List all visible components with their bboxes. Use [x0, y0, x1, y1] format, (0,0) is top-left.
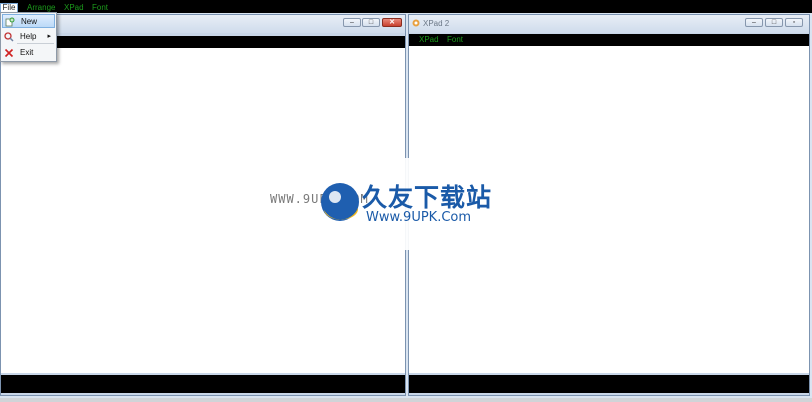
- minimize-button[interactable]: –: [745, 18, 763, 27]
- menu-xpad[interactable]: XPad: [419, 34, 439, 46]
- watermark-url: Www.9UPK.Com: [366, 210, 472, 225]
- menu-item-exit[interactable]: Exit: [2, 46, 55, 60]
- menu-item-help[interactable]: Help ▸: [2, 30, 55, 44]
- menu-item-label: Exit: [20, 48, 34, 57]
- app-icon: [412, 19, 420, 27]
- window-titlebar[interactable]: XPad 2 – □ ▫: [409, 15, 809, 33]
- maximize-button[interactable]: □: [362, 18, 380, 27]
- new-document-icon: [5, 17, 15, 27]
- maximize-button[interactable]: □: [765, 18, 783, 27]
- minimize-icon: –: [350, 19, 354, 26]
- menu-font[interactable]: Font: [447, 34, 463, 46]
- maximize-icon: □: [368, 19, 374, 26]
- window-menubar: XPad Font: [409, 34, 809, 46]
- close-icon: ✕: [389, 19, 395, 26]
- minimize-icon: –: [752, 19, 756, 26]
- window-title: XPad 2: [423, 19, 450, 28]
- menu-item-new[interactable]: New: [2, 14, 55, 28]
- window-titlebar[interactable]: – □ ✕: [1, 15, 405, 33]
- status-bar: [1, 375, 405, 393]
- submenu-arrow-icon: ▸: [47, 33, 51, 40]
- close-x-icon: [4, 48, 14, 58]
- menu-item-label: Help: [20, 32, 37, 41]
- window-menubar: [1, 36, 405, 48]
- menu-item-label: New: [21, 17, 38, 26]
- maximize-icon: □: [771, 19, 777, 26]
- menu-font[interactable]: Font: [92, 3, 108, 13]
- menu-xpad[interactable]: XPad: [64, 3, 84, 13]
- restore-icon: ▫: [792, 19, 796, 26]
- close-button[interactable]: ✕: [382, 18, 402, 27]
- main-menubar: File Arrange XPad Font: [0, 3, 812, 13]
- status-bar: [409, 375, 809, 393]
- desktop-edge: [0, 398, 812, 402]
- help-icon: [4, 32, 14, 42]
- restore-button[interactable]: ▫: [785, 18, 803, 27]
- menu-separator: [17, 43, 54, 44]
- file-dropdown-menu: New Help ▸ Exit: [0, 12, 57, 62]
- watermark-logo-icon: [321, 183, 359, 221]
- watermark-brand: 久友下载站: [362, 183, 493, 212]
- minimize-button[interactable]: –: [343, 18, 361, 27]
